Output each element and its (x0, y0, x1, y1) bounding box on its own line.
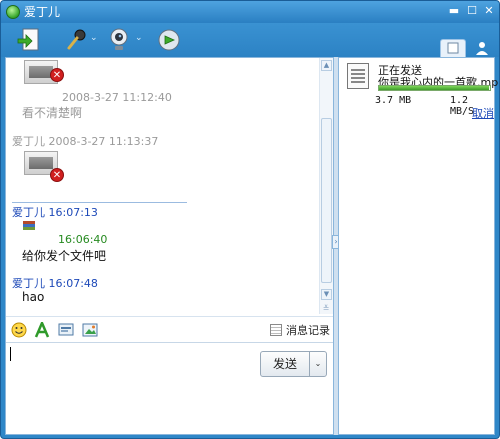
message-text: hao (22, 290, 45, 304)
contact-profile-icon[interactable] (474, 40, 490, 56)
title-bar[interactable]: 爱丁儿 ▬ ☐ ✕ (1, 1, 499, 23)
file-transfer-pane: 正在发送 你是我心内的一首歌.mp3 3.7 MB 1.2 MB/S 取消 (338, 57, 499, 435)
close-button[interactable]: ✕ (482, 4, 496, 18)
font-style-icon[interactable] (34, 322, 50, 338)
sender-name: 爱丁儿 (12, 206, 45, 219)
message-header: 16:06:40 (58, 233, 107, 246)
send-button[interactable]: 发送 (260, 351, 310, 377)
message-header: 爱丁儿 16:07:13 (12, 204, 98, 220)
document-icon (447, 42, 459, 54)
cancel-transfer-link[interactable]: 取消 (472, 105, 494, 121)
message-time: 16:07:13 (48, 206, 98, 219)
message-text: 给你发个文件吧 (22, 249, 107, 263)
send-options-dropdown-icon[interactable]: ⌄ (309, 351, 327, 377)
window-title: 爱丁儿 (24, 5, 61, 19)
message-input[interactable]: 发送 ⌄ (6, 342, 333, 434)
tab-file-transfer[interactable] (440, 39, 466, 57)
contact-avatar-icon (23, 221, 35, 230)
message-time: 2008-3-27 11:13:37 (48, 135, 159, 148)
transfer-file-icon[interactable] (17, 27, 41, 53)
chat-pane: ✕ 2008-3-27 11:12:40 看不清楚啊 爱丁儿 2008-3-27… (5, 57, 334, 435)
maximize-button[interactable]: ☐ (465, 4, 479, 18)
message-text: 看不清楚啊 (22, 106, 83, 120)
message-time: 16:07:48 (48, 277, 98, 290)
message-time: 16:06:40 (58, 233, 108, 246)
minimize-button[interactable]: ▬ (447, 4, 461, 18)
app-status-icon (6, 5, 20, 19)
chat-window: 爱丁儿 ▬ ☐ ✕ ⌄ ⌄ ✕ 2008-3-27 11:12:40 看不清楚啊… (0, 0, 500, 439)
history-scrollbar[interactable]: ▲ ▼ (319, 58, 333, 314)
share-icon[interactable] (156, 27, 182, 53)
sender-name: 爱丁儿 (12, 277, 45, 290)
scroll-down-icon[interactable]: ▼ (321, 289, 332, 300)
webcam-dropdown-icon[interactable]: ⌄ (135, 33, 143, 43)
message-header: 爱丁儿 2008-3-27 11:13:37 (12, 133, 158, 149)
text-caret (10, 347, 11, 361)
microphone-dropdown-icon[interactable]: ⌄ (90, 33, 98, 43)
message-history[interactable]: ✕ 2008-3-27 11:12:40 看不清楚啊 爱丁儿 2008-3-27… (6, 58, 319, 314)
history-book-icon (270, 324, 282, 336)
message-header: 爱丁儿 16:07:48 (12, 275, 98, 291)
message-history-button[interactable]: 消息记录 (270, 322, 330, 338)
insert-image-icon[interactable] (82, 322, 98, 338)
history-divider (12, 202, 187, 203)
expand-input-icon[interactable]: ≚ (319, 304, 333, 314)
screenshot-icon[interactable] (58, 322, 74, 338)
transfer-progress-fill (379, 86, 489, 90)
webcam-icon[interactable] (107, 27, 131, 53)
file-icon (347, 63, 369, 89)
error-icon: ✕ (50, 168, 64, 182)
error-icon: ✕ (50, 68, 64, 82)
transfer-progress-bar (378, 85, 491, 91)
scroll-up-icon[interactable]: ▲ (321, 60, 332, 71)
input-toolbar: 消息记录 (6, 316, 333, 342)
scroll-thumb[interactable] (321, 118, 332, 283)
transfer-file-size: 3.7 MB (375, 95, 412, 106)
emoticon-icon[interactable] (11, 322, 27, 338)
message-header: 2008-3-27 11:12:40 (62, 91, 172, 104)
sender-name: 爱丁儿 (12, 135, 45, 148)
microphone-icon[interactable] (65, 27, 87, 53)
main-toolbar: ⌄ ⌄ (1, 23, 499, 57)
